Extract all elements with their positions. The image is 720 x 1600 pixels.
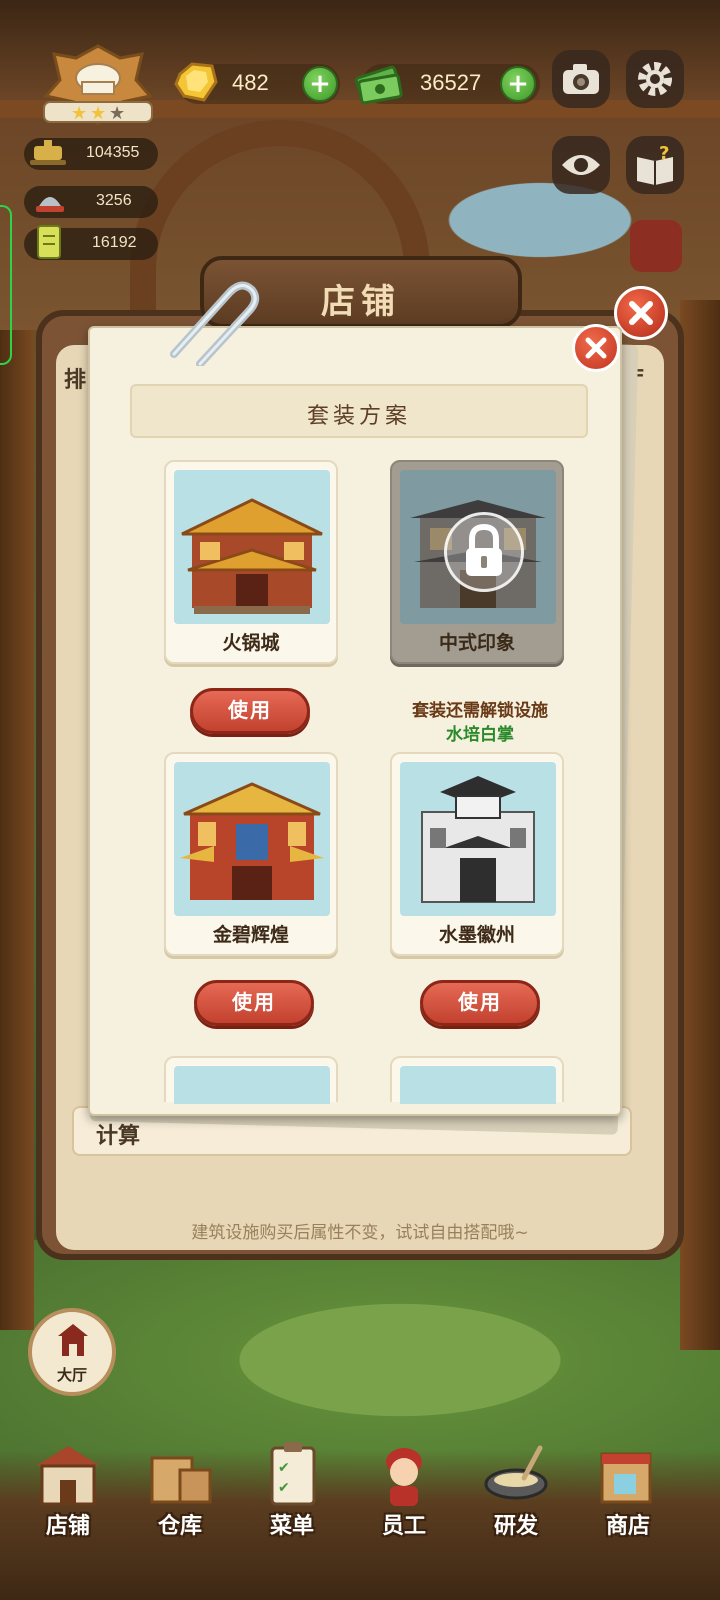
nav-shop-label: 店铺 — [45, 1514, 90, 1539]
nav-menu-label: 菜单 — [269, 1514, 314, 1539]
cash-stack-icon — [352, 56, 404, 108]
cash-value: 36527 — [420, 70, 482, 95]
nav-staff-label: 员工 — [381, 1514, 426, 1539]
dialog-close-button[interactable] — [572, 324, 620, 372]
store-icon — [600, 1452, 652, 1504]
suit-preview-image — [174, 762, 330, 916]
nav-research[interactable]: 研发 — [460, 1440, 572, 1590]
dialog-title-bar: 套装方案 — [130, 384, 588, 438]
unlock-required-item: 水培白掌 — [446, 725, 514, 745]
nav-research-label: 研发 — [493, 1514, 538, 1539]
cash-counter: 36527 + — [354, 64, 540, 105]
suit-card-partial[interactable] — [164, 1056, 338, 1104]
left-wood-edge — [0, 330, 34, 1330]
lock-badge — [444, 512, 524, 592]
dialog-title: 套装方案 — [306, 404, 411, 429]
suit-preview-image — [174, 470, 330, 624]
gear-icon — [638, 62, 672, 96]
nav-warehouse[interactable]: 仓库 — [124, 1440, 236, 1590]
unlock-requirement-note: 套装还需解锁设施 — [412, 701, 548, 721]
add-cash-button[interactable]: + — [500, 66, 536, 102]
clipboard-icon: ✔ ✔ — [270, 1442, 316, 1506]
suit-card-hotpot-city[interactable]: 火锅城 — [164, 460, 338, 664]
nav-menu[interactable]: ✔ ✔ 菜单 — [236, 1440, 348, 1590]
chef-rank-badge[interactable]: ★ ★ ★ — [38, 44, 158, 128]
use-suit-button[interactable]: 使用 — [194, 980, 314, 1026]
book-question-icon: ? — [637, 145, 673, 185]
nav-store[interactable]: 商店 — [572, 1440, 684, 1590]
svg-text:★: ★ — [71, 103, 87, 124]
suit-card-ink-huizhou[interactable]: 水墨徽州 — [390, 752, 564, 956]
ticket-icon — [37, 225, 61, 259]
gem-value: 482 — [232, 70, 269, 95]
svg-text:★: ★ — [109, 103, 125, 124]
chef-helmet-icon — [36, 197, 64, 212]
ticket-stat-value: 16192 — [92, 234, 137, 251]
suit-card-name: 水墨徽州 — [438, 924, 515, 946]
hotpot-icon — [30, 140, 66, 165]
nav-staff[interactable]: 员工 — [348, 1440, 460, 1590]
suit-card-partial[interactable] — [390, 1056, 564, 1104]
eye-icon — [562, 155, 600, 175]
suit-preview-image — [400, 762, 556, 916]
right-wood-edge — [680, 300, 720, 1350]
suit-card-name: 中式印象 — [438, 632, 515, 654]
gold-gem-icon — [170, 56, 222, 108]
shop-building-icon — [36, 1446, 100, 1506]
crate-icon — [150, 1456, 212, 1504]
add-gems-button[interactable]: + — [302, 66, 338, 102]
chef-stat-value: 3256 — [96, 192, 132, 209]
hotpot-stat: 104355 — [24, 138, 158, 170]
suit-card-golden-splendor[interactable]: 金碧辉煌 — [164, 752, 338, 956]
gem-counter: 482 + — [174, 62, 340, 104]
close-icon — [629, 301, 653, 325]
shop-row-calc-label: 计算 — [96, 1124, 141, 1149]
svg-text:✔: ✔ — [278, 1460, 290, 1476]
help-guide-button[interactable]: ? — [626, 136, 684, 194]
suit-card-name: 金碧辉煌 — [212, 924, 289, 946]
settings-button[interactable] — [626, 50, 684, 108]
hall-building-icon — [58, 1324, 88, 1356]
suit-card-chinese-impression[interactable]: 中式印象 — [390, 460, 564, 664]
view-toggle-button[interactable] — [552, 136, 610, 194]
hall-button-label: 大厅 — [56, 1366, 87, 1384]
suit-card-name: 火锅城 — [222, 632, 280, 654]
suit-preview-image — [174, 1066, 330, 1104]
hall-button[interactable]: 大厅 — [28, 1308, 116, 1396]
shop-panel-close-button[interactable] — [614, 286, 668, 340]
lock-icon — [466, 523, 502, 576]
camera-button[interactable] — [552, 50, 610, 108]
ticket-stat: 16192 — [24, 225, 158, 260]
staff-girl-icon — [386, 1448, 422, 1506]
hotpot-stat-value: 104355 — [86, 144, 140, 161]
shop-tab-fragment-left[interactable]: 排 — [64, 362, 86, 394]
svg-text:?: ? — [659, 145, 669, 164]
side-tab-indicator[interactable] — [0, 205, 12, 365]
camera-icon — [563, 64, 599, 94]
shop-panel-footer-hint: 建筑设施购买后属性不变，试试自由搭配哦~ — [191, 1223, 529, 1243]
chef-stat: 3256 — [24, 186, 158, 218]
paperclip-icon — [160, 276, 260, 368]
suit-preview-image — [400, 1066, 556, 1104]
nav-shop[interactable]: 店铺 — [12, 1440, 124, 1590]
use-suit-button[interactable]: 使用 — [420, 980, 540, 1026]
svg-text:✔: ✔ — [278, 1480, 290, 1496]
red-book-icon[interactable] — [630, 220, 682, 272]
use-suit-button[interactable]: 使用 — [190, 688, 310, 734]
svg-text:★: ★ — [90, 103, 106, 124]
wok-icon — [484, 1445, 548, 1500]
nav-store-label: 商店 — [605, 1514, 650, 1539]
close-icon — [585, 337, 607, 359]
nav-warehouse-label: 仓库 — [157, 1514, 202, 1539]
